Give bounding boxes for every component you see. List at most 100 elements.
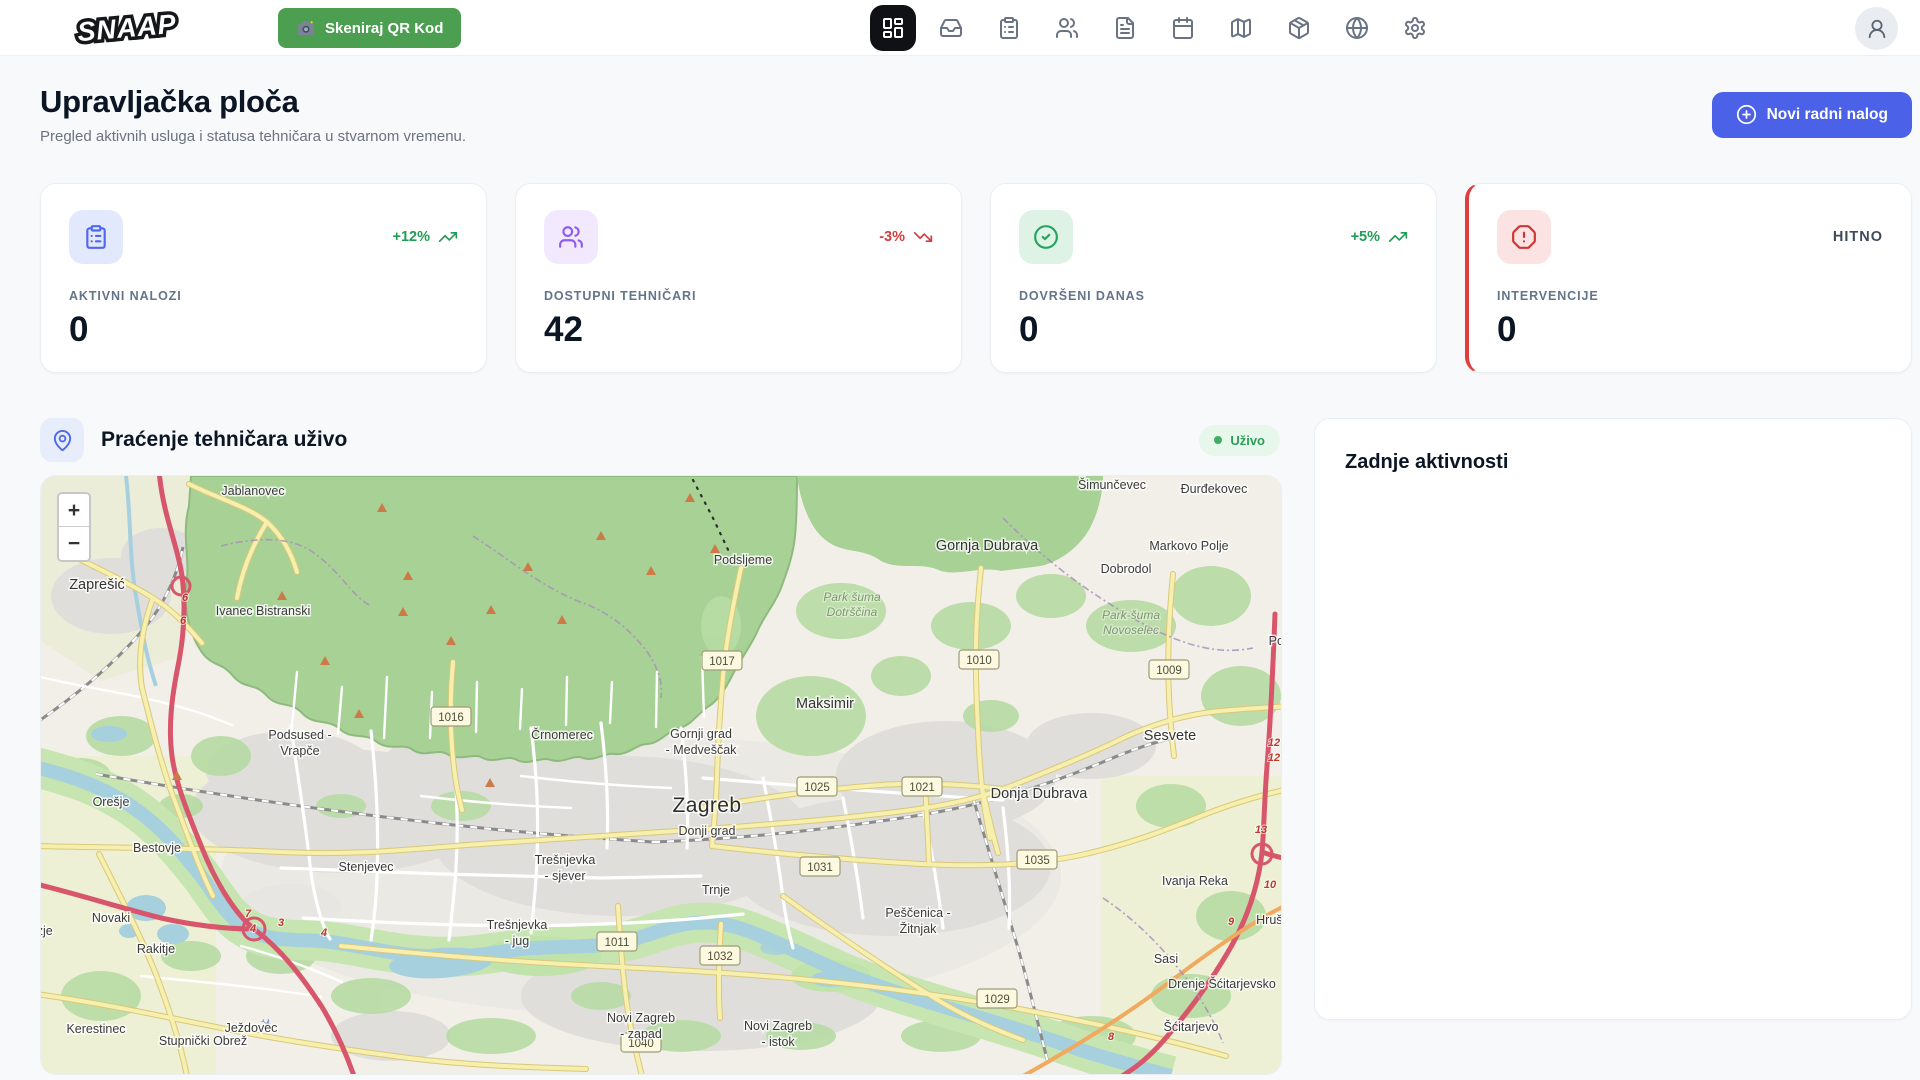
nav-work-orders-button[interactable]	[986, 5, 1032, 51]
trending-up-icon	[438, 227, 458, 247]
circle-check-icon	[1019, 210, 1073, 264]
settings-icon	[1403, 16, 1427, 40]
svg-text:Drenje Šćitarjevsko: Drenje Šćitarjevsko	[1168, 976, 1276, 991]
svg-text:10: 10	[1264, 879, 1277, 891]
live-label: Uživo	[1230, 433, 1265, 448]
trend-value: HITNO	[1833, 229, 1883, 245]
live-status-badge: Uživo	[1199, 425, 1280, 456]
svg-text:12: 12	[1268, 752, 1280, 764]
user-icon	[1866, 18, 1888, 40]
stat-value: 0	[69, 310, 458, 350]
page-header: Upravljačka ploča Pregled aktivnih uslug…	[40, 84, 1912, 145]
top-navbar: SNAAP Skeniraj QR Kod	[0, 0, 1920, 56]
svg-text:1031: 1031	[807, 862, 833, 874]
stat-value: 0	[1019, 310, 1408, 350]
stat-card-interventions: HITNO INTERVENCIJE 0	[1465, 183, 1912, 373]
svg-text:Park-šumaNovoselec: Park-šumaNovoselec	[1102, 608, 1160, 637]
svg-text:Dobrodol: Dobrodol	[1101, 562, 1152, 576]
trending-up-icon	[1388, 227, 1408, 247]
svg-text:Jablanovec: Jablanovec	[221, 484, 284, 498]
stat-label: DOVRŠENI DANAS	[1019, 289, 1408, 303]
nav-documents-button[interactable]	[1102, 5, 1148, 51]
trend-badge: +5%	[1351, 227, 1408, 247]
nav-dashboard-button[interactable]	[870, 5, 916, 51]
new-work-order-button[interactable]: Novi radni nalog	[1712, 92, 1912, 138]
page-subtitle: Pregled aktivnih usluga i statusa tehnič…	[40, 128, 466, 145]
new-work-order-label: Novi radni nalog	[1767, 106, 1888, 124]
svg-text:4: 4	[249, 923, 256, 935]
openstreetmap-zagreb[interactable]: 1016101710101009102510211031103510111032…	[41, 476, 1282, 1075]
user-avatar[interactable]	[1855, 7, 1898, 50]
svg-text:Stenjevec: Stenjevec	[339, 860, 394, 874]
nav-calendar-button[interactable]	[1160, 5, 1206, 51]
svg-text:1010: 1010	[966, 655, 992, 667]
svg-text:1035: 1035	[1024, 855, 1050, 867]
svg-text:Črnomerec: Črnomerec	[531, 727, 593, 742]
svg-text:Ježdovec: Ježdovec	[225, 1021, 278, 1035]
svg-text:Rakitje: Rakitje	[137, 942, 175, 956]
nav-web-button[interactable]	[1334, 5, 1380, 51]
nav-map-button[interactable]	[1218, 5, 1264, 51]
recent-activity-panel: Zadnje aktivnosti	[1314, 418, 1912, 1020]
octagon-alert-icon	[1497, 210, 1551, 264]
svg-text:6: 6	[180, 615, 187, 627]
svg-text:Šimunčevec: Šimunčevec	[1078, 477, 1146, 492]
users-icon	[544, 210, 598, 264]
trend-value: +12%	[393, 229, 431, 245]
scan-qr-button[interactable]: Skeniraj QR Kod	[278, 8, 461, 48]
stat-label: INTERVENCIJE	[1497, 289, 1883, 303]
svg-text:Zagreb: Zagreb	[673, 794, 742, 817]
svg-text:Novaki: Novaki	[92, 911, 130, 925]
svg-text:Brezje: Brezje	[41, 924, 53, 938]
svg-text:Donji grad: Donji grad	[679, 824, 736, 838]
package-icon	[1287, 16, 1311, 40]
svg-text:Ivanec Bistranski: Ivanec Bistranski	[216, 604, 310, 618]
brand-logo[interactable]: SNAAP	[62, 5, 192, 56]
trend-value: -3%	[879, 229, 905, 245]
svg-text:Kerestinec: Kerestinec	[66, 1022, 125, 1036]
stat-value: 42	[544, 310, 933, 350]
recent-activity-title: Zadnje aktivnosti	[1345, 451, 1881, 474]
svg-text:Maksimir: Maksimir	[796, 696, 854, 712]
live-dot-icon	[1214, 436, 1222, 444]
svg-text:Stupnički Obrež: Stupnički Obrež	[159, 1034, 247, 1048]
svg-text:Popovec: Popovec	[1269, 634, 1282, 648]
svg-text:12: 12	[1268, 737, 1280, 749]
nav-technicians-button[interactable]	[1044, 5, 1090, 51]
nav-inventory-button[interactable]	[1276, 5, 1322, 51]
nav-settings-button[interactable]	[1392, 5, 1438, 51]
stat-card-completed-today: +5% DOVRŠENI DANAS 0	[990, 183, 1437, 373]
svg-text:Gornja Dubrava: Gornja Dubrava	[936, 538, 1039, 554]
svg-text:Bestovje: Bestovje	[133, 841, 181, 855]
stats-row: +12% AKTIVNI NALOZI 0 -3% DOSTUPNI TEHNI…	[40, 183, 1912, 373]
map-canvas[interactable]: + −	[40, 475, 1282, 1075]
stat-label: DOSTUPNI TEHNIČARI	[544, 289, 933, 303]
svg-text:Donja Dubrava: Donja Dubrava	[991, 786, 1089, 802]
svg-text:Orešje: Orešje	[93, 795, 130, 809]
dashboard-icon	[881, 16, 905, 40]
zoom-out-button[interactable]: −	[59, 527, 89, 560]
svg-text:13: 13	[1255, 824, 1267, 836]
stat-card-active-orders: +12% AKTIVNI NALOZI 0	[40, 183, 487, 373]
live-tracking-section: Praćenje tehničara uživo Uživo + −	[40, 418, 1282, 1075]
file-text-icon	[1113, 16, 1137, 40]
svg-text:Đurđekovec: Đurđekovec	[1181, 482, 1248, 496]
nav-inbox-button[interactable]	[928, 5, 974, 51]
svg-text:3: 3	[278, 917, 284, 929]
clipboard-list-icon	[69, 210, 123, 264]
svg-text:1021: 1021	[909, 782, 935, 794]
brand-logo-text: SNAAP	[76, 9, 178, 48]
users-icon	[1055, 16, 1079, 40]
svg-text:1029: 1029	[984, 994, 1010, 1006]
urgent-badge: HITNO	[1833, 229, 1883, 245]
trending-down-icon	[913, 227, 933, 247]
dashboard-page: Upravljačka ploča Pregled aktivnih uslug…	[0, 56, 1920, 1075]
svg-text:4: 4	[320, 927, 327, 939]
map-pin-icon	[40, 418, 84, 462]
svg-text:1009: 1009	[1156, 665, 1182, 677]
svg-text:1032: 1032	[707, 951, 733, 963]
zoom-in-button[interactable]: +	[59, 494, 89, 527]
svg-text:Podsljeme: Podsljeme	[714, 553, 772, 567]
map-icon	[1229, 16, 1253, 40]
page-title: Upravljačka ploča	[40, 84, 466, 120]
